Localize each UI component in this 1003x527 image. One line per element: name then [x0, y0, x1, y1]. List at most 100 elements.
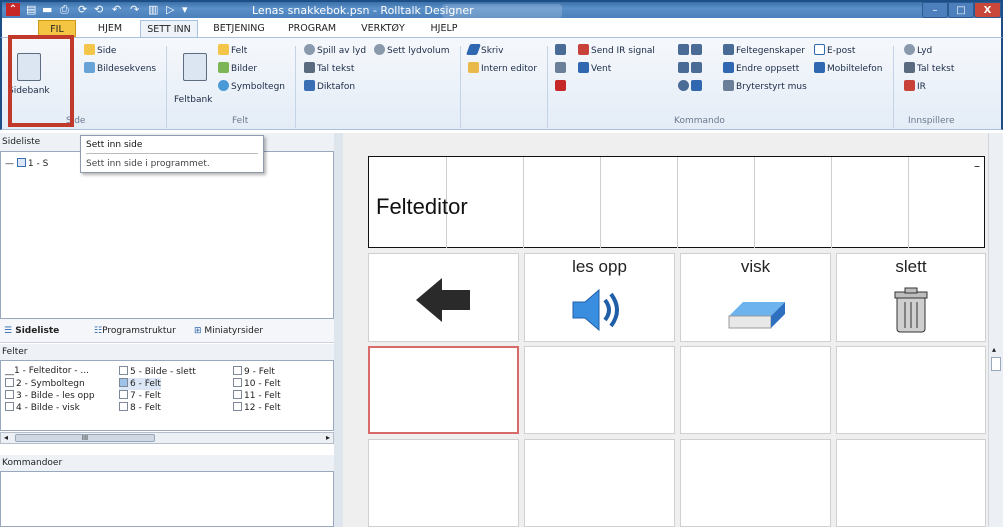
scroll-left-icon[interactable]: ◂: [4, 433, 8, 443]
separator: [295, 46, 296, 128]
innspiller-lyd-button[interactable]: Lyd: [904, 44, 932, 57]
felt-item[interactable]: 5 - Bilde - slett: [119, 366, 196, 378]
felt-item[interactable]: 4 - Bilde - visk: [5, 402, 80, 414]
cell-6-selected[interactable]: [368, 346, 519, 434]
bilder-button[interactable]: Bilder: [218, 62, 257, 75]
felt-button[interactable]: Felt: [218, 44, 247, 57]
maximize-button[interactable]: □: [948, 2, 974, 18]
open-folder-icon[interactable]: ▬: [42, 3, 52, 17]
command-delete-icon[interactable]: [555, 80, 568, 93]
scroll-right-icon[interactable]: ▸: [326, 433, 330, 443]
innspiller-ir-button[interactable]: IR: [904, 80, 926, 93]
scroll-thumb[interactable]: III: [15, 434, 155, 442]
felt-item[interactable]: 7 - Felt: [119, 390, 161, 402]
tab-programstruktur[interactable]: ☷Programstruktur: [94, 323, 176, 339]
cell-11[interactable]: [524, 439, 675, 527]
command-grid-icon[interactable]: [555, 44, 568, 57]
side-button[interactable]: Side: [84, 44, 116, 57]
spill-av-lyd-label: Spill av lyd: [317, 46, 367, 56]
tab-hjelp[interactable]: HJELP: [422, 20, 466, 37]
group-label-innspillere: Innspillere: [908, 116, 955, 126]
sync-icon[interactable]: ⟲: [94, 3, 103, 17]
undo-icon[interactable]: ↶: [112, 3, 121, 17]
tab-hjem[interactable]: HJEM: [90, 20, 130, 37]
customize-dropdown-icon[interactable]: ▾: [182, 3, 188, 17]
mobiltelefon-button[interactable]: Mobiltelefon: [814, 62, 882, 75]
felt-item[interactable]: 12 - Felt: [233, 402, 281, 414]
cell-13[interactable]: [836, 439, 986, 527]
print-icon[interactable]: ⎙: [60, 3, 69, 17]
cell-backspace[interactable]: [368, 253, 519, 342]
save-icon[interactable]: ▤: [26, 3, 36, 17]
tab-miniatyrsider[interactable]: ⊞ Miniatyrsider: [194, 323, 263, 339]
diktafon-button[interactable]: Diktafon: [304, 80, 355, 93]
title-bar: ⌃ ▤ ▬ ⎙ ⟳ ⟲ ↶ ↷ ▥ ▷ ▾ Lenas snakkebok.ps…: [0, 0, 1003, 18]
tal-tekst-button[interactable]: Tal tekst: [304, 62, 354, 75]
vent-button[interactable]: Vent: [578, 62, 611, 75]
cell-slett[interactable]: slett: [836, 253, 986, 342]
spill-av-lyd-button[interactable]: Spill av lyd: [304, 44, 366, 57]
cell-7[interactable]: [524, 346, 675, 434]
close-button[interactable]: X: [974, 2, 1001, 18]
layout-icon[interactable]: [678, 44, 704, 57]
felter-scrollbar[interactable]: ◂ III ▸: [0, 432, 334, 444]
cell-8[interactable]: [680, 346, 831, 434]
tab-betjening[interactable]: BETJENING: [208, 20, 270, 37]
tab-sett-inn[interactable]: SETT INN: [140, 20, 198, 38]
sideliste-item[interactable]: — 1 - S: [5, 158, 48, 170]
play-icon[interactable]: ▷: [166, 3, 174, 17]
send-ir-button[interactable]: Send IR signal: [578, 44, 655, 57]
calc-icon[interactable]: [678, 62, 704, 75]
volume-icon: [374, 44, 385, 55]
symboltegn-button[interactable]: Symboltegn: [218, 80, 285, 93]
editor-scrollbar[interactable]: ▴: [988, 133, 1003, 527]
tab-verktoy[interactable]: VERKTØY: [354, 20, 412, 37]
felt-item[interactable]: 8 - Felt: [119, 402, 161, 414]
cell-10[interactable]: [368, 439, 519, 527]
options-icon[interactable]: ▥: [148, 3, 158, 17]
settings-icon[interactable]: [678, 80, 704, 93]
grid-icon: ⊞: [194, 326, 202, 336]
scroll-up-icon[interactable]: ▴: [992, 345, 996, 354]
bryterstyrt-mus-button[interactable]: Bryterstyrt mus: [723, 80, 807, 93]
endre-oppsett-button[interactable]: Endre oppsett: [723, 62, 799, 75]
field-close-button[interactable]: –: [974, 159, 980, 173]
felt-item[interactable]: __1 - Felteditor - ...: [5, 366, 89, 377]
epost-button[interactable]: E-post: [814, 44, 855, 57]
minimize-button[interactable]: –: [922, 2, 948, 18]
intern-editor-button[interactable]: Intern editor: [468, 62, 537, 75]
feltegenskaper-button[interactable]: Feltegenskaper: [723, 44, 805, 57]
felt-item[interactable]: 9 - Felt: [233, 366, 275, 378]
felt-item[interactable]: 3 - Bilde - les opp: [5, 390, 95, 402]
epost-label: E-post: [827, 46, 856, 56]
feltbank-button[interactable]: Feltbank: [174, 94, 212, 106]
tooltip: Sett inn side Sett inn side i programmet…: [80, 135, 264, 173]
cell-les-opp[interactable]: les opp: [524, 253, 675, 342]
scroll-thumb[interactable]: [991, 357, 1001, 371]
tab-sideliste-label: Sideliste: [15, 326, 60, 336]
sett-lydvolum-button[interactable]: Sett lydvolum: [374, 44, 450, 57]
felt-item[interactable]: 10 - Felt: [233, 378, 281, 390]
redo-icon[interactable]: ↷: [130, 3, 139, 17]
felt-item[interactable]: 11 - Felt: [233, 390, 281, 402]
cell-visk[interactable]: visk: [680, 253, 831, 342]
feltbank-icon[interactable]: [183, 53, 207, 81]
refresh-icon[interactable]: ⟳: [78, 3, 87, 17]
diktafon-icon: [304, 80, 315, 91]
cell-9[interactable]: [836, 346, 986, 434]
skriv-button[interactable]: Skriv: [465, 44, 503, 57]
innspiller-tal-tekst-button[interactable]: Tal tekst: [904, 62, 954, 75]
tab-sideliste[interactable]: ☰ Sideliste: [4, 323, 59, 339]
speaker-icon: [572, 288, 619, 332]
pane-splitter[interactable]: [334, 133, 343, 527]
felt-item[interactable]: 2 - Symboltegn: [5, 378, 85, 390]
cell-12[interactable]: [680, 439, 831, 527]
felt-item-selected[interactable]: 6 - Felt: [119, 378, 161, 390]
bildesekvens-label: Bildesekvens: [97, 64, 157, 74]
bildesekvens-button[interactable]: Bildesekvens: [84, 62, 156, 75]
felt-item-label: 10 - Felt: [244, 379, 281, 389]
tree-icon: ☷: [94, 326, 103, 336]
rolltalk-logo-icon[interactable]: ⌃: [6, 3, 20, 16]
command-window-icon[interactable]: [555, 62, 568, 75]
tab-program[interactable]: PROGRAM: [282, 20, 342, 37]
